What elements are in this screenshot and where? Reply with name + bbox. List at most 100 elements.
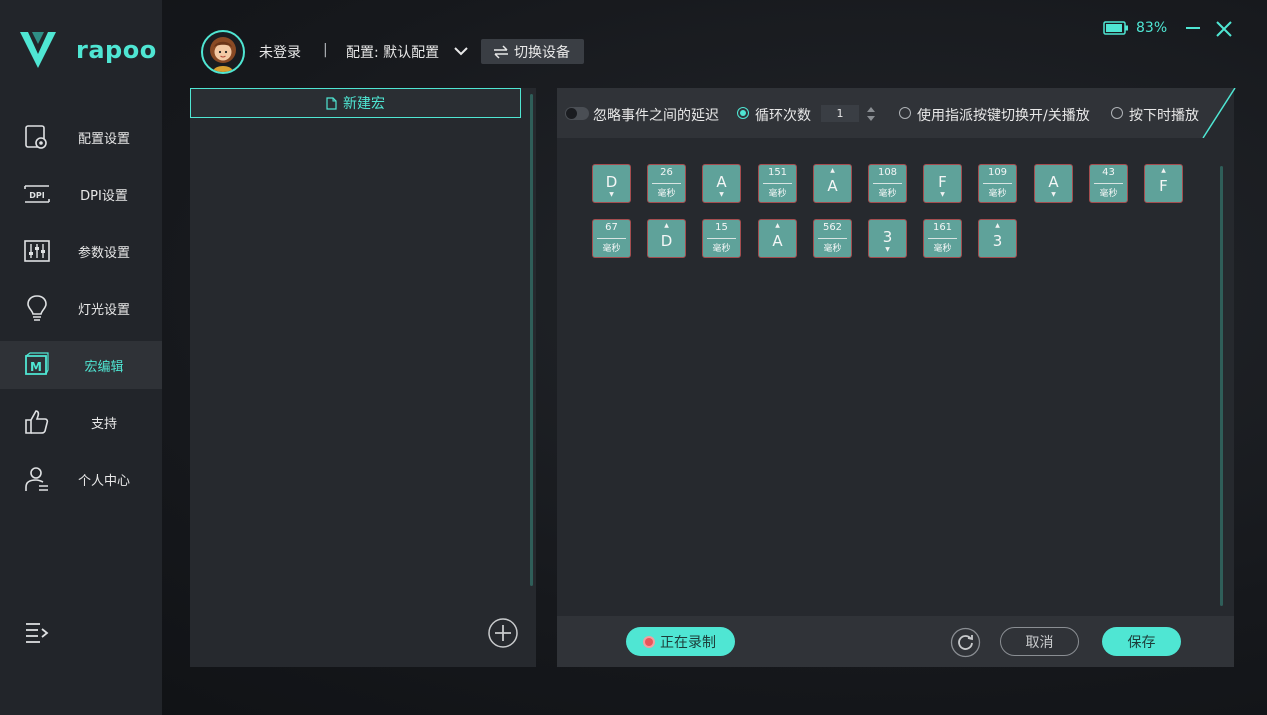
minimize-icon[interactable] (1185, 20, 1201, 36)
key-up-arrow-icon: ▲ (664, 222, 669, 229)
key-label: F (938, 173, 947, 191)
macro-list-scrollbar[interactable] (530, 94, 533, 586)
sidebar-item-profile[interactable]: 个人中心 (0, 455, 162, 503)
options-bar-edge (1202, 88, 1236, 138)
delay-event[interactable]: 15 毫秒 (702, 219, 741, 258)
delay-divider (818, 238, 847, 239)
header-separator: | (323, 42, 328, 58)
key-event[interactable]: ▼ D (592, 164, 631, 203)
key-event[interactable]: ▲ D (647, 219, 686, 258)
logo-text: rapoo (76, 36, 157, 64)
bulb-icon (27, 295, 47, 321)
menu-expand-icon[interactable] (24, 620, 50, 646)
key-event[interactable]: ▲ 3 (978, 219, 1017, 258)
delay-event[interactable]: 161 毫秒 (923, 219, 962, 258)
delay-event[interactable]: 562 毫秒 (813, 219, 852, 258)
loop-count-input[interactable] (821, 105, 859, 122)
swap-arrows-icon (494, 44, 508, 59)
key-event[interactable]: ▼ F (923, 164, 962, 203)
sliders-icon (24, 240, 50, 262)
toggle-mode-radio[interactable] (899, 107, 911, 119)
rapoo-logo: rapoo (18, 30, 156, 70)
ignore-delay-toggle[interactable] (565, 107, 589, 120)
login-status[interactable]: 未登录 (259, 42, 301, 62)
macro-list-item[interactable]: 新建宏 (190, 88, 521, 118)
key-event[interactable]: ▼ A (1034, 164, 1073, 203)
avatar-icon (210, 37, 236, 72)
delay-unit: 毫秒 (823, 244, 842, 254)
key-label: 3 (882, 228, 893, 246)
key-label: D (605, 173, 618, 191)
key-event[interactable]: ▲ A (813, 164, 852, 203)
delay-event[interactable]: 108 毫秒 (868, 164, 907, 203)
switch-device-button[interactable]: 切换设备 (481, 39, 584, 64)
key-event[interactable]: ▲ F (1144, 164, 1183, 203)
sidebar-item-label: 个人中心 (77, 473, 130, 489)
sidebar-item-lighting[interactable]: 灯光设置 (0, 284, 162, 332)
delay-event[interactable]: 26 毫秒 (647, 164, 686, 203)
battery-percentage: 83% (1136, 20, 1168, 36)
record-button[interactable]: 正在录制 (626, 627, 735, 656)
delay-value: 151 (767, 167, 788, 178)
record-dot-icon (645, 637, 653, 646)
loop-count-stepper-icon[interactable] (865, 104, 877, 124)
sidebar-item-label: 灯光设置 (77, 302, 130, 318)
delay-divider (652, 183, 681, 184)
delay-value: 161 (932, 222, 953, 233)
sidebar-item-dpi[interactable]: DPI DPI设置 (0, 170, 162, 218)
delay-value: 15 (715, 222, 728, 233)
dpi-icon: DPI (24, 185, 50, 203)
key-label: A (1048, 173, 1059, 191)
close-icon[interactable] (1215, 20, 1233, 38)
loop-count-radio[interactable] (737, 107, 749, 119)
editor-scrollbar[interactable] (1220, 166, 1223, 606)
ignore-delay-label: 忽略事件之间的延迟 (593, 108, 719, 124)
delay-unit: 毫秒 (1099, 189, 1118, 199)
delay-value: 562 (822, 222, 843, 233)
save-button[interactable]: 保存 (1102, 627, 1181, 656)
delay-divider (983, 183, 1012, 184)
key-down-arrow-icon: ▼ (609, 191, 614, 198)
svg-text:DPI: DPI (29, 191, 45, 200)
delay-value: 26 (660, 167, 673, 178)
key-up-arrow-icon: ▲ (830, 167, 835, 174)
add-macro-icon[interactable] (487, 617, 519, 649)
sidebar-item-label: 宏编辑 (84, 359, 124, 375)
user-icon (25, 467, 48, 491)
delay-event[interactable]: 151 毫秒 (758, 164, 797, 203)
delay-unit: 毫秒 (768, 189, 787, 199)
sidebar-item-macro[interactable]: M 宏编辑 (0, 341, 162, 389)
key-up-arrow-icon: ▲ (1161, 167, 1166, 174)
config-icon (25, 125, 47, 149)
loop-count-label: 循环次数 (755, 108, 811, 124)
chevron-down-icon[interactable] (453, 44, 469, 58)
delay-unit: 毫秒 (933, 244, 952, 254)
key-event[interactable]: ▼ A (702, 164, 741, 203)
key-event[interactable]: ▲ A (758, 219, 797, 258)
svg-text:M: M (30, 360, 42, 374)
key-down-arrow-icon: ▼ (885, 246, 890, 253)
record-label: 正在录制 (660, 634, 716, 651)
delay-event[interactable]: 109 毫秒 (978, 164, 1017, 203)
hold-mode-radio[interactable] (1111, 107, 1123, 119)
delay-unit: 毫秒 (878, 189, 897, 199)
sidebar-item-params[interactable]: 参数设置 (0, 227, 162, 275)
delay-value: 109 (987, 167, 1008, 178)
delay-divider (763, 183, 792, 184)
avatar[interactable] (201, 30, 245, 74)
key-event[interactable]: ▼ 3 (868, 219, 907, 258)
delay-unit: 毫秒 (657, 189, 676, 199)
delay-value: 108 (877, 167, 898, 178)
macro-editor-panel: 忽略事件之间的延迟 循环次数 使用指派按键切换开/关播放 按下时播放 ▼D26毫… (557, 88, 1236, 667)
thumbs-up-icon (25, 410, 49, 434)
sidebar-item-support[interactable]: 支持 (0, 398, 162, 446)
key-label: A (827, 177, 838, 195)
delay-value: 67 (605, 222, 618, 233)
delay-event[interactable]: 43 毫秒 (1089, 164, 1128, 203)
delay-unit: 毫秒 (602, 244, 621, 254)
delay-event[interactable]: 67 毫秒 (592, 219, 631, 258)
sidebar-item-config[interactable]: 配置设置 (0, 113, 162, 161)
cancel-button[interactable]: 取消 (1000, 627, 1079, 656)
reset-icon[interactable] (950, 627, 981, 658)
delay-divider (597, 238, 626, 239)
